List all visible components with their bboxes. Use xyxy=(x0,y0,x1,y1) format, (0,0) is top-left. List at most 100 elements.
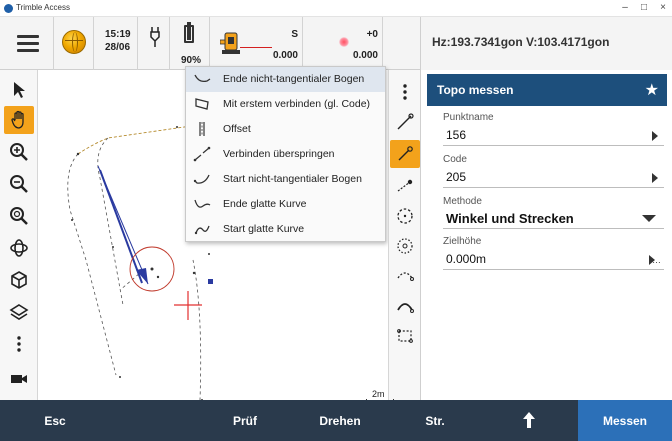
power-status[interactable] xyxy=(138,17,170,70)
dashed-arc-icon xyxy=(397,272,414,281)
angle-readout[interactable]: Hz:193.7341gon V:103.4171gon xyxy=(420,17,672,70)
esc-label: Esc xyxy=(44,414,66,428)
panel-header: Topo messen ★ xyxy=(427,74,667,106)
menu-item-label: Start glatte Kurve xyxy=(223,223,305,235)
pan-tool-button[interactable] xyxy=(4,106,34,134)
linework-more-button[interactable] xyxy=(390,78,420,106)
zoom-out-button[interactable] xyxy=(4,170,34,198)
orbit-button[interactable] xyxy=(4,234,34,262)
battery-status[interactable]: 90% xyxy=(170,17,210,70)
hamburger-icon xyxy=(17,35,39,38)
method-select[interactable]: Winkel und Strecken xyxy=(443,208,664,229)
menu-item-skip-join[interactable]: Verbinden überspringen xyxy=(186,142,385,167)
menu-item-label: Verbinden überspringen xyxy=(223,148,335,160)
target-height-field[interactable]: 0.000m … xyxy=(443,249,664,270)
menu-item-start-nontangent-arc[interactable]: Start nicht-tangentialer Bogen xyxy=(186,167,385,192)
chevron-right-icon[interactable] xyxy=(652,173,658,183)
circle-center-icon xyxy=(397,238,413,254)
page-up-button[interactable] xyxy=(485,400,575,441)
zoom-out-icon xyxy=(10,175,28,193)
check-button[interactable]: Prüf xyxy=(200,400,290,441)
softkey-bar: Esc Prüf Drehen Str. Messen xyxy=(0,400,672,441)
menu-item-end-nontangent-arc[interactable]: Ende nicht-tangentialer Bogen xyxy=(186,67,385,92)
instrument-status-button[interactable]: S 0.000 xyxy=(210,17,303,70)
line-end-button[interactable] xyxy=(390,172,420,200)
offset-icon xyxy=(199,122,205,136)
globe-icon xyxy=(62,30,86,54)
measure-button[interactable]: Messen xyxy=(578,400,672,441)
window-title-bar: Trimble Access – □ × xyxy=(0,0,672,17)
circle-center-button[interactable] xyxy=(390,232,420,260)
join-line-icon xyxy=(398,146,413,161)
zoom-in-button[interactable] xyxy=(4,138,34,166)
instrument-value: 0.000 xyxy=(272,50,298,61)
start-smooth-curve-icon xyxy=(194,225,210,235)
join-line-button[interactable] xyxy=(390,140,420,168)
dashed-rectangle-icon xyxy=(397,329,413,343)
instrument-mode: S xyxy=(291,29,298,40)
dashed-circle-icon xyxy=(397,208,413,224)
line-start-button[interactable] xyxy=(390,108,420,136)
select-tool-button[interactable] xyxy=(4,76,34,104)
cursor-icon xyxy=(14,82,25,98)
menu-button[interactable] xyxy=(0,17,54,70)
circle-tool-button[interactable] xyxy=(390,202,420,230)
maximize-button[interactable]: □ xyxy=(636,1,652,15)
rectangle-tool-button[interactable] xyxy=(390,322,420,350)
time-text: 15:19 xyxy=(105,29,131,40)
check-label: Prüf xyxy=(233,414,257,428)
code-label: Code xyxy=(443,154,467,165)
panel-title: Topo messen xyxy=(437,83,514,97)
layers-button[interactable] xyxy=(4,298,34,326)
linework-code-menu: Ende nicht-tangentialer Bogen Mit erstem… xyxy=(185,66,386,242)
more-vertical-icon xyxy=(17,336,21,352)
hz-v-text: Hz:193.7341gon V:103.4171gon xyxy=(432,35,610,49)
gnss-status-button[interactable] xyxy=(54,17,94,70)
total-station-icon xyxy=(220,32,240,54)
orbit-icon xyxy=(10,239,28,257)
video-button[interactable] xyxy=(4,365,34,393)
app-logo-icon xyxy=(4,4,13,13)
arc-icon xyxy=(397,303,414,313)
connect-to-first-icon xyxy=(195,98,209,110)
more-options-button[interactable] xyxy=(4,330,34,358)
scale-label: 2m xyxy=(372,389,385,399)
app-window: Trimble Access – □ × 15:19 28/06 90% S 0… xyxy=(0,0,672,441)
method-value: Winkel und Strecken xyxy=(446,211,574,226)
cube-icon xyxy=(11,271,27,289)
rotate-label: Drehen xyxy=(319,414,361,428)
menu-item-label: Ende glatte Kurve xyxy=(223,198,307,210)
end-nontangent-arc-icon xyxy=(194,74,211,83)
start-nontangent-arc-icon xyxy=(193,174,210,184)
menu-item-connect-to-first[interactable]: Mit erstem verbinden (gl. Code) xyxy=(186,92,385,117)
zoom-extents-button[interactable] xyxy=(4,202,34,230)
video-camera-icon xyxy=(11,375,27,383)
date-text: 28/06 xyxy=(105,42,131,53)
str-label: Str. xyxy=(425,414,445,428)
rotate-button[interactable]: Drehen xyxy=(295,400,385,441)
hamburger-line xyxy=(17,49,39,52)
arc-button[interactable] xyxy=(390,292,420,320)
str-button[interactable]: Str. xyxy=(390,400,480,441)
point-name-field[interactable]: 156 xyxy=(443,125,664,146)
chevron-down-icon[interactable] xyxy=(642,215,656,222)
line-start-icon xyxy=(397,113,414,130)
arc-dashed-button[interactable] xyxy=(390,262,420,290)
menu-item-start-smooth-curve[interactable]: Start glatte Kurve xyxy=(186,217,385,242)
code-field[interactable]: 205 xyxy=(443,167,664,188)
measure-label: Messen xyxy=(602,414,648,428)
view-3d-button[interactable] xyxy=(4,266,34,294)
hamburger-line xyxy=(17,42,39,45)
point-name-value: 156 xyxy=(446,128,467,142)
close-button[interactable]: × xyxy=(655,1,671,15)
chevron-right-icon[interactable] xyxy=(652,131,658,141)
favorite-star-icon[interactable]: ★ xyxy=(645,80,659,100)
measure-topo-panel: Topo messen ★ Punktname 156 Code 205 Met… xyxy=(420,70,672,400)
window-title: Trimble Access xyxy=(16,3,70,12)
point-name-label: Punktname xyxy=(443,112,494,123)
menu-item-end-smooth-curve[interactable]: Ende glatte Kurve xyxy=(186,192,385,217)
prism-status-button[interactable]: +0 0.000 xyxy=(303,17,383,70)
minimize-button[interactable]: – xyxy=(617,1,633,15)
menu-item-offset[interactable]: Offset xyxy=(186,117,385,142)
esc-button[interactable]: Esc xyxy=(0,400,110,441)
